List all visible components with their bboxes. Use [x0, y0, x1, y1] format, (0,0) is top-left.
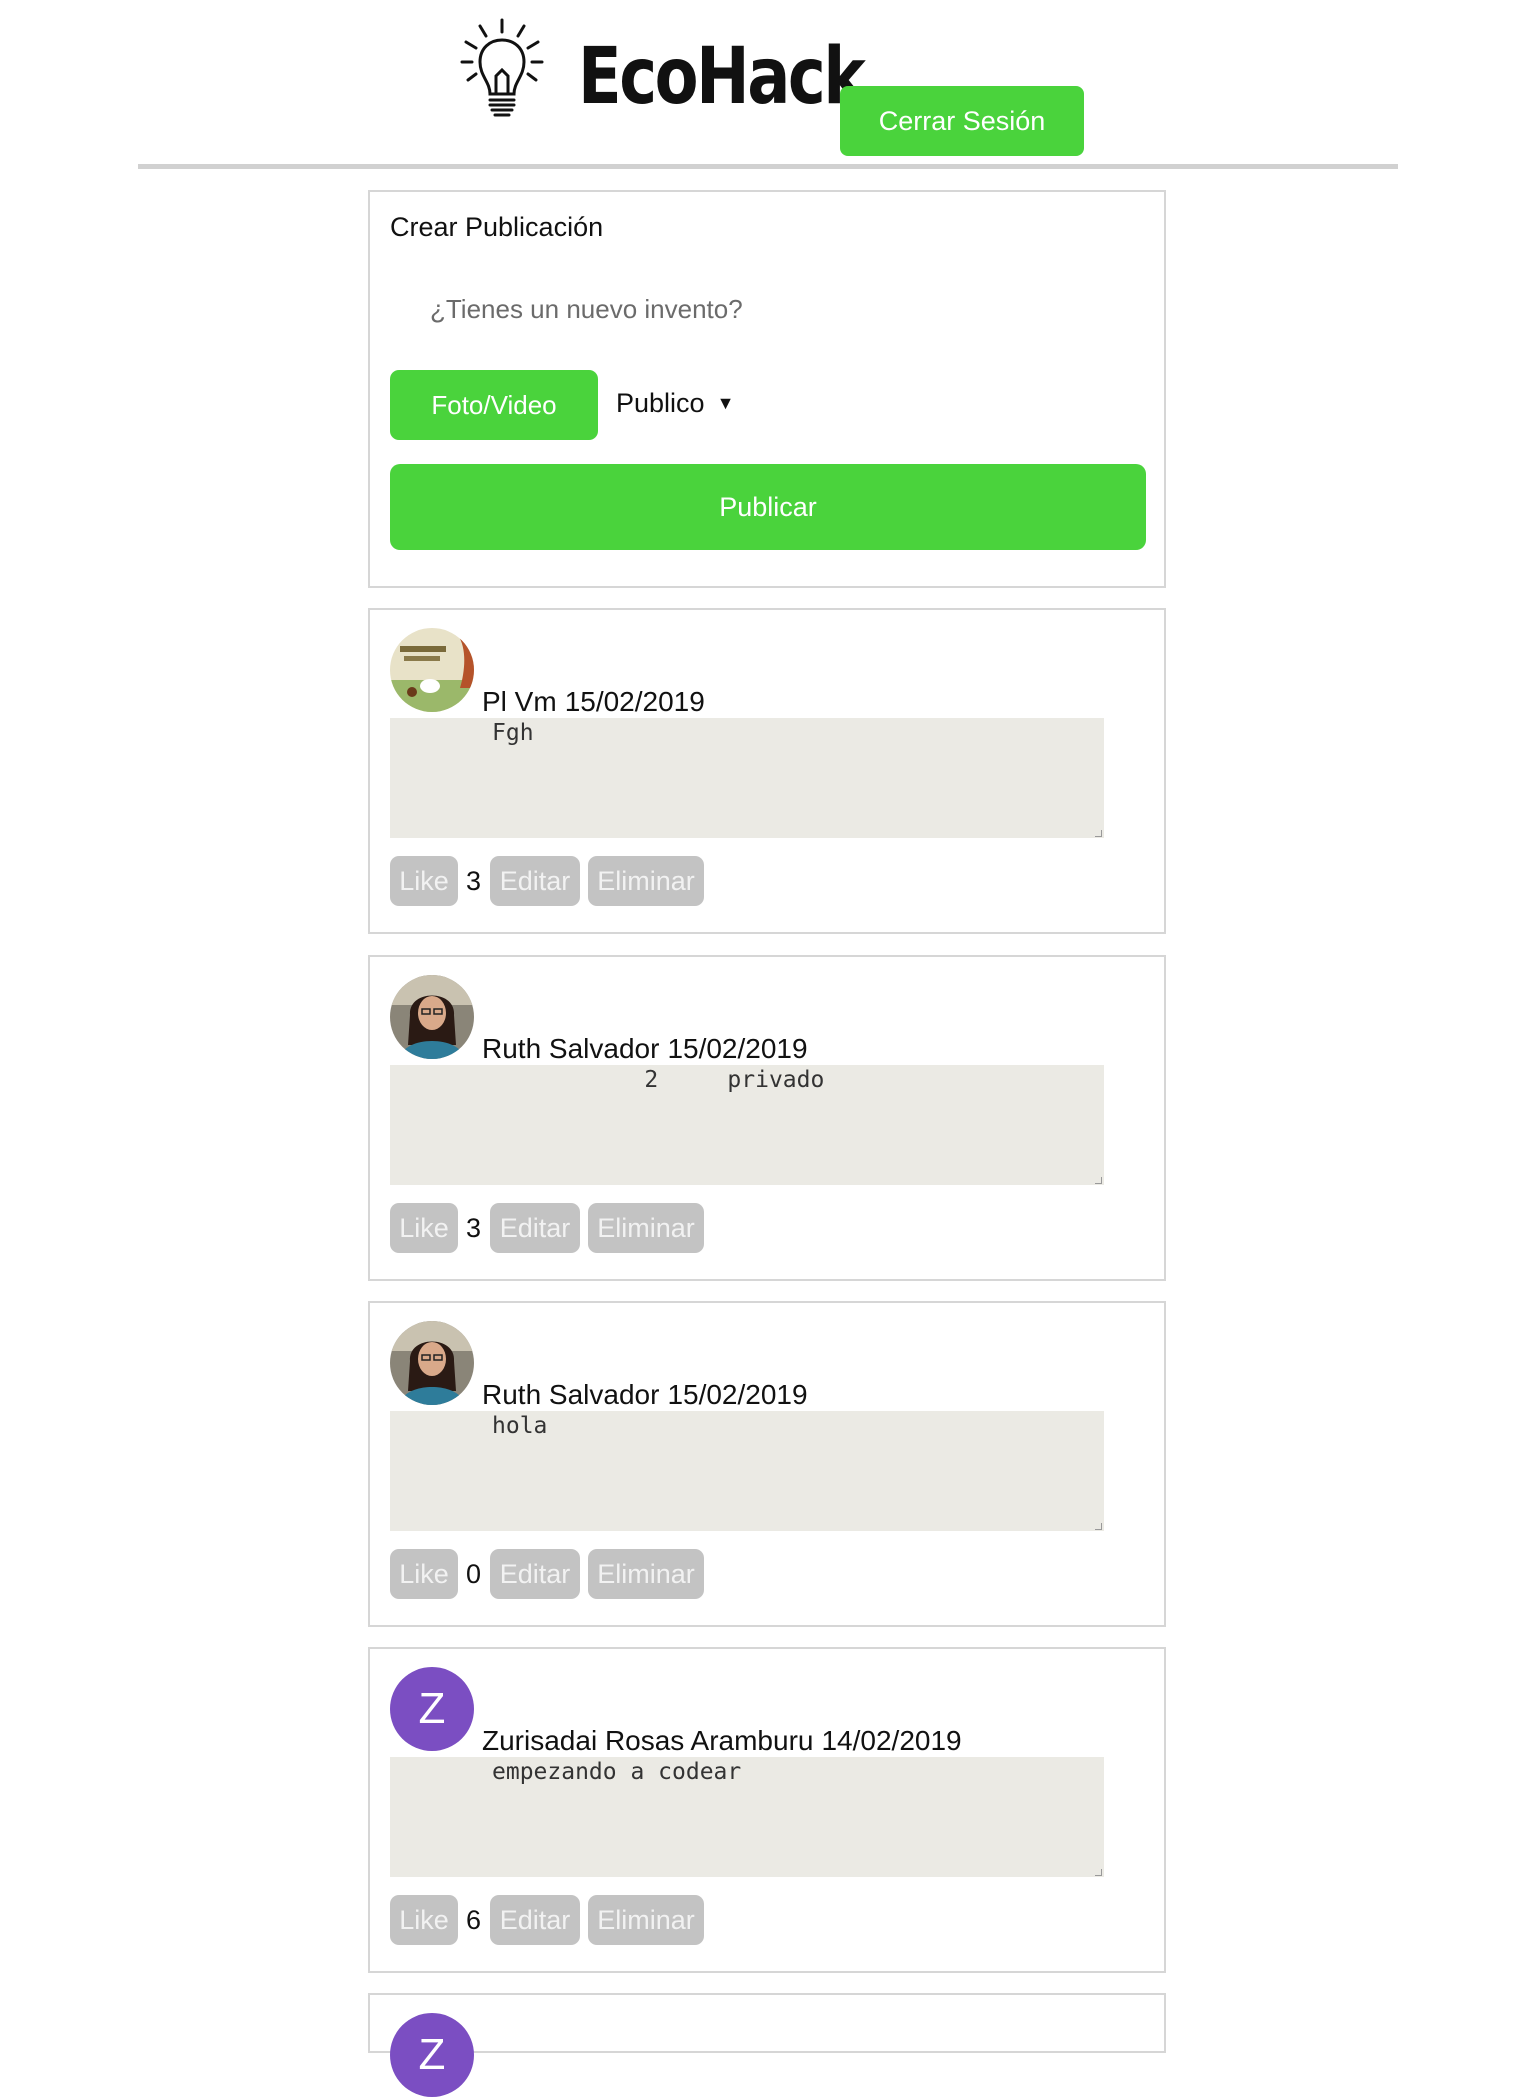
delete-button[interactable]: Eliminar — [588, 1895, 704, 1945]
resize-handle-icon[interactable] — [1095, 1869, 1102, 1876]
post-card: Z — [368, 1993, 1166, 2097]
like-button[interactable]: Like — [390, 856, 458, 906]
post-card: Z Zurisadai Rosas Aramburu 14/02/2019 emp… — [368, 1647, 1166, 1973]
avatar — [390, 628, 474, 712]
post-author[interactable]: Zurisadai Rosas Aramburu — [482, 1725, 813, 1756]
post-date: 15/02/2019 — [667, 1379, 808, 1410]
post-meta: Ruth Salvador 15/02/2019 — [482, 1033, 808, 1065]
like-count: 6 — [466, 1905, 482, 1935]
avatar — [390, 975, 474, 1059]
post-meta: Ruth Salvador 15/02/2019 — [482, 1379, 808, 1411]
post-author[interactable]: Ruth Salvador — [482, 1379, 659, 1410]
post-card: Pl Vm 15/02/2019 Fgh Like 3 Editar Elimin… — [368, 608, 1166, 934]
post-body-text: hola — [492, 1413, 548, 1439]
lightbulb-icon — [452, 14, 552, 122]
like-button[interactable]: Like — [390, 1203, 458, 1253]
post-body-textarea[interactable]: 2 privado — [390, 1065, 1104, 1185]
logout-button[interactable]: Cerrar Sesión — [840, 86, 1084, 156]
resize-handle-icon[interactable] — [1095, 1177, 1102, 1184]
post-meta: Pl Vm 15/02/2019 — [482, 686, 705, 718]
post-date: 15/02/2019 — [564, 686, 705, 717]
avatar — [390, 1321, 474, 1405]
privacy-select[interactable]: Publico ▼ — [616, 388, 734, 419]
post-author[interactable]: Ruth Salvador — [482, 1033, 659, 1064]
like-count: 3 — [466, 1213, 482, 1243]
avatar: Z — [390, 2013, 474, 2097]
post-body-textarea[interactable]: hola — [390, 1411, 1104, 1531]
edit-button[interactable]: Editar — [490, 1895, 580, 1945]
edit-button[interactable]: Editar — [490, 1203, 580, 1253]
edit-button[interactable]: Editar — [490, 1549, 580, 1599]
edit-button[interactable]: Editar — [490, 856, 580, 906]
post-date: 14/02/2019 — [821, 1725, 962, 1756]
header: EcoHack Cerrar Sesión — [0, 0, 1536, 172]
resize-handle-icon[interactable] — [1095, 830, 1102, 837]
post-card: Ruth Salvador 15/02/2019 2 privado Like 3… — [368, 955, 1166, 1281]
like-count: 3 — [466, 866, 482, 896]
post-author[interactable]: Pl Vm — [482, 686, 557, 717]
delete-button[interactable]: Eliminar — [588, 1203, 704, 1253]
post-body-textarea[interactable]: Fgh — [390, 718, 1104, 838]
post-body-text: Fgh — [492, 720, 534, 746]
brand-name: EcoHack — [578, 32, 866, 122]
like-button[interactable]: Like — [390, 1549, 458, 1599]
publish-button[interactable]: Publicar — [390, 464, 1146, 550]
create-post-card: Crear Publicación Foto/Video Publico ▼ Pu… — [368, 190, 1166, 588]
photo-video-button[interactable]: Foto/Video — [390, 370, 598, 440]
privacy-label: Publico — [616, 388, 705, 418]
resize-handle-icon[interactable] — [1095, 1523, 1102, 1530]
avatar: Z — [390, 1667, 474, 1751]
post-date: 15/02/2019 — [667, 1033, 808, 1064]
chevron-down-icon: ▼ — [716, 393, 735, 413]
delete-button[interactable]: Eliminar — [588, 856, 704, 906]
create-post-title: Crear Publicación — [390, 212, 604, 242]
post-text-input[interactable] — [390, 284, 1130, 334]
like-button[interactable]: Like — [390, 1895, 458, 1945]
post-body-textarea[interactable]: empezando a codear — [390, 1757, 1104, 1877]
delete-button[interactable]: Eliminar — [588, 1549, 704, 1599]
like-count: 0 — [466, 1559, 482, 1589]
post-body-text: empezando a codear — [492, 1759, 742, 1785]
post-card: Ruth Salvador 15/02/2019 hola Like 0 Edit… — [368, 1301, 1166, 1627]
header-divider — [138, 164, 1398, 169]
post-body-text: 2 privado — [492, 1067, 825, 1093]
post-meta: Zurisadai Rosas Aramburu 14/02/2019 — [482, 1725, 962, 1757]
